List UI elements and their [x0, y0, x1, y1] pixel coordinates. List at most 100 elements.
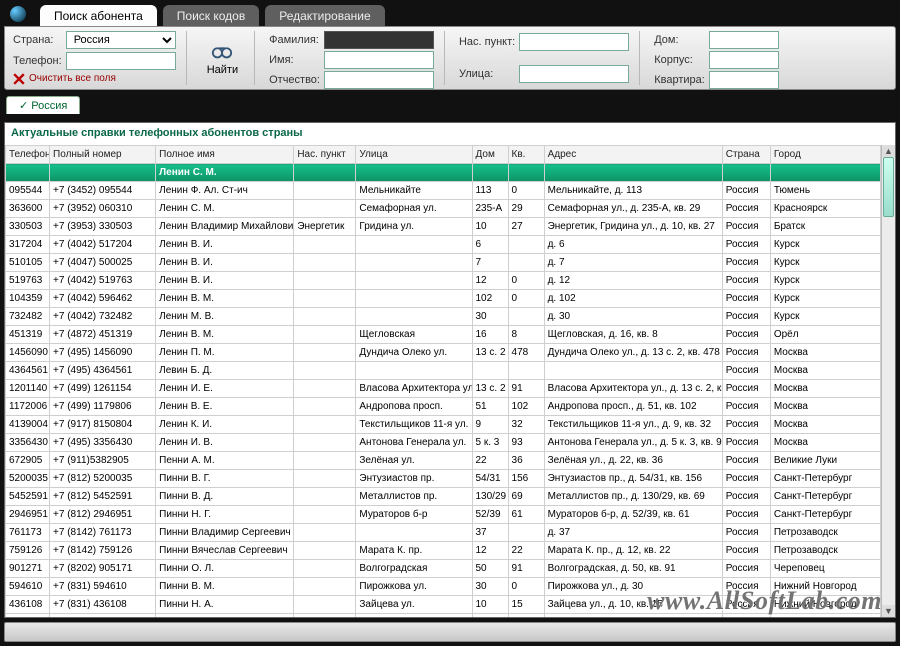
tab-search-codes[interactable]: Поиск кодов — [163, 5, 259, 26]
table-row[interactable]: 5452591+7 (812) 5452591Пинни В. Д.Металл… — [6, 488, 881, 506]
clear-all-button[interactable]: Очистить все поля — [13, 73, 176, 85]
table-row[interactable]: 901271+7 (8202) 905171Пинни О. Л.Волгогр… — [6, 560, 881, 578]
col-header-9[interactable]: Город — [770, 146, 880, 164]
table-cell: д. 7 — [544, 254, 722, 272]
col-header-3[interactable]: Нас. пункт — [294, 146, 356, 164]
table-cell: Россия — [722, 182, 770, 200]
col-header-5[interactable]: Дом — [472, 146, 508, 164]
patronymic-input[interactable] — [324, 71, 434, 89]
group-fio: Фамилия: Имя: Отчество: — [269, 31, 445, 85]
col-header-2[interactable]: Полное имя — [156, 146, 294, 164]
table-row[interactable]: 3356430+7 (495) 3356430Ленин И. В.Антоно… — [6, 434, 881, 452]
table-cell: Ленин В. М. — [156, 290, 294, 308]
table-cell: Зелёная ул., д. 22, кв. 36 — [544, 452, 722, 470]
vertical-scrollbar[interactable]: ▲ ▼ — [881, 145, 895, 617]
table-cell: +7 (495) 1456090 — [50, 344, 156, 362]
table-cell: Пирожкова ул. — [356, 578, 472, 596]
table-row[interactable]: 519763+7 (4042) 519763Ленин В. И.120д. 1… — [6, 272, 881, 290]
table-cell: 451319 — [6, 326, 50, 344]
col-header-0[interactable]: Телефон — [6, 146, 50, 164]
table-cell: Россия — [722, 272, 770, 290]
table-cell: 363600 — [6, 200, 50, 218]
table-cell: Ленин В. И. — [156, 236, 294, 254]
tab-search-subscriber[interactable]: Поиск абонента — [40, 5, 157, 26]
table-row[interactable]: 1201140+7 (499) 1261154Ленин И. Е.Власов… — [6, 380, 881, 398]
table-row[interactable]: 510105+7 (4047) 500025Ленин В. И.7д. 7Ро… — [6, 254, 881, 272]
main-tabs: Поиск абонента Поиск кодов Редактировани… — [0, 0, 900, 26]
table-cell: 759126 — [6, 542, 50, 560]
table-cell: Уфа — [770, 614, 880, 618]
street-input[interactable] — [519, 65, 629, 83]
col-header-1[interactable]: Полный номер — [50, 146, 156, 164]
table-cell — [294, 236, 356, 254]
table-row[interactable]: 732482+7 (4042) 732482Ленин М. В.30д. 30… — [6, 308, 881, 326]
table-row[interactable]: 436108+7 (831) 436108Пинни Н. А.Зайцева … — [6, 596, 881, 614]
table-cell — [508, 236, 544, 254]
table-row[interactable]: 095544+7 (3452) 095544Ленин Ф. Ал. Ст-ич… — [6, 182, 881, 200]
table-cell: 156 — [508, 470, 544, 488]
table-cell: Морыка ул. — [356, 614, 472, 618]
table-cell: Морыка ул., д. 81, кв. 10 — [544, 614, 722, 618]
group-country-phone: Страна: Россия Телефон: Очистить все пол… — [13, 31, 187, 85]
table-cell: Щегловская, д. 16, кв. 8 — [544, 326, 722, 344]
table-cell: Москва — [770, 380, 880, 398]
table-row[interactable]: 761173+7 (8142) 761173Пинни Владимир Сер… — [6, 524, 881, 542]
name-input[interactable] — [324, 51, 434, 69]
table-cell: Марата К. пр. — [356, 542, 472, 560]
scroll-up-arrow[interactable]: ▲ — [882, 145, 895, 157]
table-cell: Петрозаводск — [770, 524, 880, 542]
locality-input[interactable] — [519, 33, 629, 51]
table-row[interactable]: 594610+7 (831) 594610Пинни В. М.Пирожков… — [6, 578, 881, 596]
table-row[interactable]: 2946951+7 (812) 2946951Пинни Н. Г.Мурато… — [6, 506, 881, 524]
building-input[interactable] — [709, 51, 779, 69]
scroll-thumb[interactable] — [883, 157, 894, 217]
table-cell — [294, 578, 356, 596]
table-cell: Металлистов пр., д. 130/29, кв. 69 — [544, 488, 722, 506]
table-row[interactable]: 451319+7 (4872) 451319Ленин В. М.Щегловс… — [6, 326, 881, 344]
table-row[interactable]: 1172006+7 (499) 1179806Ленин В. Е.Андроп… — [6, 398, 881, 416]
phone-input[interactable] — [66, 52, 176, 70]
scroll-down-arrow[interactable]: ▼ — [882, 605, 895, 617]
flat-input[interactable] — [709, 71, 779, 89]
house-input[interactable] — [709, 31, 779, 49]
table-row[interactable]: 5200035+7 (812) 5200035Пинни В. Г.Энтузи… — [6, 470, 881, 488]
col-header-6[interactable]: Кв. — [508, 146, 544, 164]
table-row[interactable]: 672905+7 (911)5382905Пенни А. М.Зелёная … — [6, 452, 881, 470]
country-label: Страна: — [13, 34, 62, 46]
table-cell: Зайцева ул., д. 10, кв. 15 — [544, 596, 722, 614]
table-row[interactable]: 317204+7 (4042) 517204Ленин В. И.6д. 6Ро… — [6, 236, 881, 254]
table-cell: Волгоградская — [356, 560, 472, 578]
table-row[interactable]: 4364561+7 (495) 4364561Левин Б. Д.Россия… — [6, 362, 881, 380]
table-cell: Россия — [722, 218, 770, 236]
table-cell: Пирожкова ул., д. 30 — [544, 578, 722, 596]
table-row[interactable]: 759126+7 (8142) 759126Пинни Вячеслав Сер… — [6, 542, 881, 560]
country-select[interactable]: Россия — [66, 31, 176, 49]
table-cell: 69 — [508, 488, 544, 506]
table-cell — [294, 452, 356, 470]
table-cell: д. 102 — [544, 290, 722, 308]
table-row[interactable]: 1456090+7 (495) 1456090Ленин П. М.Дундич… — [6, 344, 881, 362]
table-cell: 9 — [472, 416, 508, 434]
results-scroll[interactable]: ТелефонПолный номерПолное имяНас. пунктУ… — [5, 145, 881, 617]
table-row[interactable]: 104359+7 (4042) 596462Ленин В. М.1020д. … — [6, 290, 881, 308]
subtab-country[interactable]: ✓ Россия — [6, 96, 80, 114]
table-cell — [294, 596, 356, 614]
table-cell — [294, 290, 356, 308]
table-row[interactable]: 314920+7 (8312) 314920Пинни К. М.Морыка … — [6, 614, 881, 618]
table-row[interactable]: 4139004+7 (917) 8150804Ленин К. И.Тексти… — [6, 416, 881, 434]
table-cell: 102 — [508, 398, 544, 416]
phone-label: Телефон: — [13, 55, 62, 67]
table-row[interactable]: 330503+7 (3953) 330503Ленин Владимир Мих… — [6, 218, 881, 236]
col-header-7[interactable]: Адрес — [544, 146, 722, 164]
tab-edit[interactable]: Редактирование — [265, 5, 384, 26]
table-row[interactable]: Ленин С. М. — [6, 164, 881, 182]
results-title: Актуальные справки телефонных абонентов … — [5, 123, 895, 143]
find-button[interactable]: Найти — [201, 38, 244, 78]
table-row[interactable]: 363600+7 (3952) 060310Ленин С. М.Семафор… — [6, 200, 881, 218]
table-cell: Россия — [722, 200, 770, 218]
table-cell: 22 — [508, 542, 544, 560]
table-cell: 095544 — [6, 182, 50, 200]
col-header-8[interactable]: Страна — [722, 146, 770, 164]
col-header-4[interactable]: Улица — [356, 146, 472, 164]
surname-input[interactable] — [324, 31, 434, 49]
